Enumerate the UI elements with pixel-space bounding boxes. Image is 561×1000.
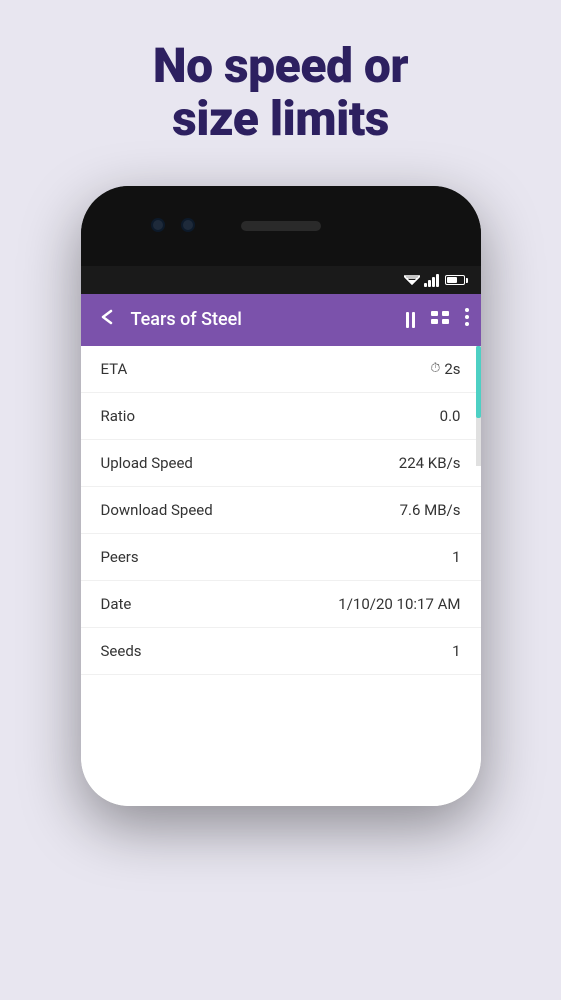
grid-button[interactable] <box>431 309 449 330</box>
info-label: Date <box>101 595 132 613</box>
info-label: Seeds <box>101 642 142 660</box>
app-header: Tears of Steel <box>81 294 481 346</box>
phone-camera-right <box>181 218 195 232</box>
grid-icon <box>431 311 449 325</box>
phone-top-bar <box>81 186 481 266</box>
status-bar <box>81 266 481 294</box>
info-label: Ratio <box>101 407 136 425</box>
info-row: Date 1/10/20 10:17 AM <box>81 581 481 628</box>
info-row: Peers 1 <box>81 534 481 581</box>
info-row: Download Speed 7.6 MB/s <box>81 487 481 534</box>
phone-speaker <box>241 221 321 231</box>
progress-bar-side <box>476 346 481 466</box>
progress-bar-fill <box>476 346 481 418</box>
info-row: Seeds 1 <box>81 628 481 675</box>
page-headline: No speed or size limits <box>113 40 448 146</box>
info-label: Download Speed <box>101 501 213 519</box>
signal-icon <box>424 273 439 287</box>
phone-mockup: Tears of Steel <box>81 186 481 806</box>
info-value: ⏱2s <box>430 360 460 378</box>
more-button[interactable] <box>465 308 469 331</box>
pause-button[interactable] <box>406 312 415 328</box>
battery-icon <box>445 275 465 285</box>
info-value: 224 KB/s <box>399 454 461 472</box>
phone-screen: ETA ⏱2s Ratio 0.0 Upload Speed 224 KB/s Downlo… <box>81 346 481 806</box>
info-label: Upload Speed <box>101 454 193 472</box>
back-button[interactable] <box>93 303 121 336</box>
phone-camera-left <box>151 218 165 232</box>
wifi-icon <box>404 274 420 286</box>
info-row: Upload Speed 224 KB/s <box>81 440 481 487</box>
info-label: Peers <box>101 548 139 566</box>
info-label: ETA <box>101 360 128 378</box>
info-value: 1 <box>452 548 460 566</box>
info-value: 7.6 MB/s <box>400 501 461 519</box>
info-value: 0.0 <box>440 407 461 425</box>
info-row: ETA ⏱2s <box>81 346 481 393</box>
app-title: Tears of Steel <box>131 309 396 330</box>
status-icons <box>404 273 465 287</box>
info-row: Ratio 0.0 <box>81 393 481 440</box>
clock-icon: ⏱ <box>430 361 440 376</box>
header-icons <box>406 308 469 331</box>
info-value: 1 <box>452 642 460 660</box>
back-icon <box>97 307 117 327</box>
more-icon <box>465 308 469 326</box>
info-value: 1/10/20 10:17 AM <box>338 595 460 613</box>
